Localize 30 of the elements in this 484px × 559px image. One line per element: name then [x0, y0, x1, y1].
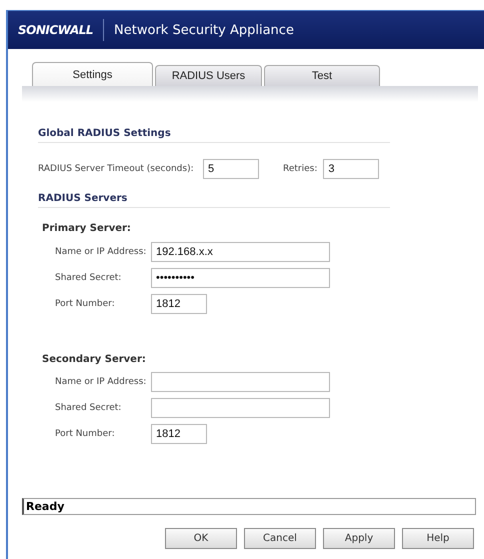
status-bar: Ready: [22, 498, 476, 515]
dialog-button[interactable]: OK: [165, 528, 237, 549]
input-field[interactable]: [151, 372, 330, 392]
input-field[interactable]: ••••••••••: [151, 268, 330, 288]
section-heading: RADIUS Servers: [38, 193, 390, 208]
tab[interactable]: Settings: [32, 62, 153, 86]
field-label: Name or IP Address:: [55, 247, 148, 257]
dialog-button[interactable]: Help: [402, 528, 474, 549]
field-label: Shared Secret:: [55, 273, 122, 283]
dialog-button[interactable]: Cancel: [244, 528, 316, 549]
section-heading: Global RADIUS Settings: [38, 128, 390, 143]
retries-field[interactable]: 3: [323, 159, 380, 179]
dialog-button[interactable]: Apply: [323, 528, 395, 549]
input-field[interactable]: 1812: [151, 294, 207, 314]
server-heading: Secondary Server:: [42, 354, 147, 365]
input-field[interactable]: [151, 398, 330, 418]
logo: SONICWALL: [18, 23, 94, 37]
field-label: Port Number:: [55, 429, 116, 439]
field-label: RADIUS Server Timeout (seconds):: [38, 164, 195, 174]
timeout-field[interactable]: 5: [203, 159, 259, 179]
app-title: Network Security Appliance: [114, 22, 294, 38]
field-label: Retries:: [283, 164, 318, 174]
tab[interactable]: Test: [264, 65, 380, 86]
field-label: Shared Secret:: [55, 403, 122, 413]
input-field[interactable]: 192.168.x.x: [151, 242, 330, 262]
input-field[interactable]: 1812: [151, 424, 207, 444]
tab[interactable]: RADIUS Users: [155, 65, 262, 86]
field-label: Name or IP Address:: [55, 377, 148, 387]
server-heading: Primary Server:: [42, 223, 132, 234]
field-label: Port Number:: [55, 299, 116, 309]
